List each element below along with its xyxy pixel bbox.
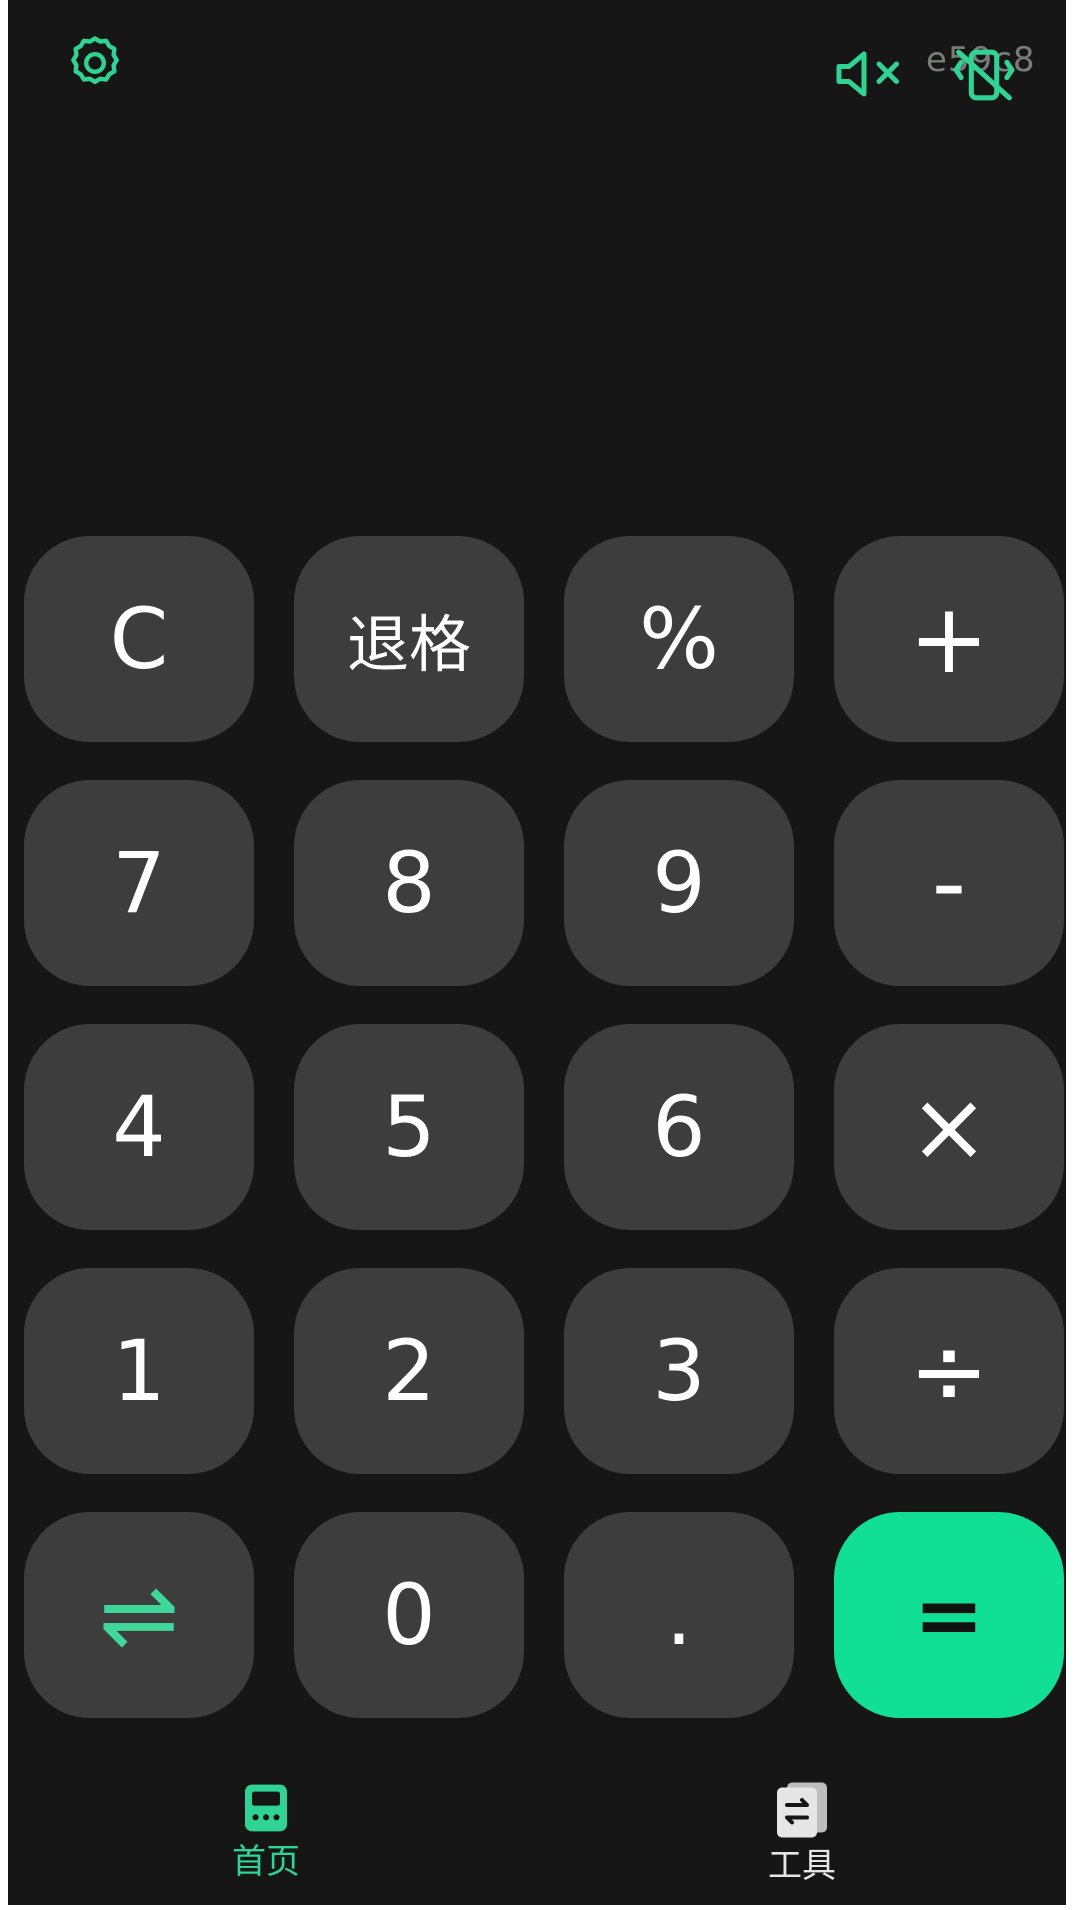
speaker-mute-icon bbox=[836, 51, 899, 97]
equals-key[interactable]: = bbox=[834, 1512, 1064, 1718]
top-bar: e59c8 bbox=[8, 0, 1066, 140]
digit-4-key[interactable]: 4 bbox=[24, 1024, 254, 1230]
keypad: C 退格 % + 7 8 9 - 4 5 6 × 1 2 3 ÷ ⇌ 0 . = bbox=[24, 536, 1064, 1718]
multiply-key[interactable]: × bbox=[834, 1024, 1064, 1230]
decimal-point-key[interactable]: . bbox=[564, 1512, 794, 1718]
minus-key[interactable]: - bbox=[834, 780, 1064, 986]
vibrate-button[interactable] bbox=[948, 44, 1020, 106]
divide-key[interactable]: ÷ bbox=[834, 1268, 1064, 1474]
digit-7-key[interactable]: 7 bbox=[24, 780, 254, 986]
digit-6-key[interactable]: 6 bbox=[564, 1024, 794, 1230]
bottom-tab-bar: 首页 工具 bbox=[8, 1770, 1066, 1905]
tab-tools[interactable]: 工具 bbox=[732, 1780, 872, 1886]
mute-button[interactable] bbox=[830, 46, 908, 102]
digit-0-key[interactable]: 0 bbox=[294, 1512, 524, 1718]
backspace-key[interactable]: 退格 bbox=[294, 536, 524, 742]
tab-home-label: 首页 bbox=[232, 1842, 300, 1882]
digit-1-key[interactable]: 1 bbox=[24, 1268, 254, 1474]
settings-button[interactable] bbox=[60, 28, 130, 98]
digit-8-key[interactable]: 8 bbox=[294, 780, 524, 986]
calculator-icon bbox=[245, 1784, 287, 1832]
plus-key[interactable]: + bbox=[834, 536, 1064, 742]
swap-key[interactable]: ⇌ bbox=[24, 1512, 254, 1718]
gear-icon bbox=[71, 36, 119, 85]
tab-tools-label: 工具 bbox=[768, 1846, 836, 1886]
calculator-screen: e59c8 C 退格 % + 7 8 9 - 4 5 6 × 1 2 3 ÷ ⇌… bbox=[8, 0, 1066, 1905]
vibrate-off-icon bbox=[953, 49, 1015, 101]
convert-cards-icon bbox=[777, 1782, 827, 1838]
clear-key[interactable]: C bbox=[24, 536, 254, 742]
digit-2-key[interactable]: 2 bbox=[294, 1268, 524, 1474]
digit-3-key[interactable]: 3 bbox=[564, 1268, 794, 1474]
digit-5-key[interactable]: 5 bbox=[294, 1024, 524, 1230]
tab-home[interactable]: 首页 bbox=[196, 1780, 336, 1882]
percent-key[interactable]: % bbox=[564, 536, 794, 742]
digit-9-key[interactable]: 9 bbox=[564, 780, 794, 986]
